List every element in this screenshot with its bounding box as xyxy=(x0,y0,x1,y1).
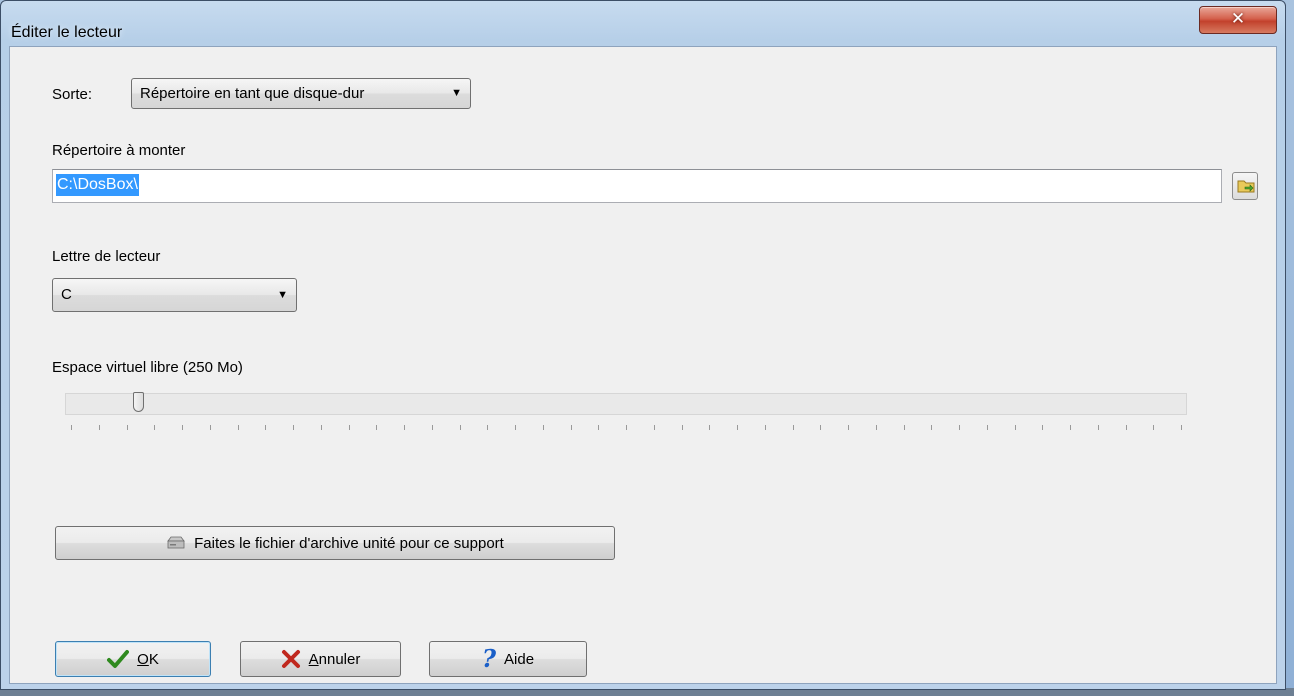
slider-tick xyxy=(765,425,766,430)
edit-drive-dialog: Éditer le lecteur ✕ Sorte: Répertoire en… xyxy=(0,0,1286,690)
slider-tick xyxy=(1098,425,1099,430)
slider-tick xyxy=(487,425,488,430)
slider-tick xyxy=(931,425,932,430)
slider-tick xyxy=(543,425,544,430)
kind-select-value: Répertoire en tant que disque-dur xyxy=(140,85,365,102)
slider-tick xyxy=(959,425,960,430)
cancel-button[interactable]: Annuler xyxy=(240,641,401,677)
slider-tick xyxy=(876,425,877,430)
question-icon: ? xyxy=(481,644,497,673)
slider-tick xyxy=(265,425,266,430)
check-icon xyxy=(107,650,130,668)
slider-tick xyxy=(848,425,849,430)
slider-tick xyxy=(99,425,100,430)
slider-tick xyxy=(1126,425,1127,430)
folder-browse-icon xyxy=(1237,180,1255,193)
ok-button[interactable]: OK xyxy=(55,641,211,677)
slider-tick xyxy=(709,425,710,430)
slider-tick xyxy=(460,425,461,430)
slider-tick xyxy=(515,425,516,430)
slider-tick xyxy=(1042,425,1043,430)
slider-tick xyxy=(1070,425,1071,430)
slider-tick xyxy=(987,425,988,430)
slider-tick xyxy=(737,425,738,430)
mount-dir-value: C:\DosBox\ xyxy=(56,174,139,196)
slider-tick xyxy=(1153,425,1154,430)
slider-tick xyxy=(238,425,239,430)
slider-tick xyxy=(626,425,627,430)
title-bar[interactable]: Éditer le lecteur ✕ xyxy=(1,1,1287,41)
mount-dir-label: Répertoire à monter xyxy=(52,142,186,159)
drive-letter-label: Lettre de lecteur xyxy=(52,248,161,265)
slider-tick xyxy=(293,425,294,430)
slider-tick xyxy=(210,425,211,430)
free-space-slider[interactable] xyxy=(65,392,1187,415)
ok-label: OK xyxy=(137,650,159,668)
chevron-down-icon: ▼ xyxy=(451,87,462,99)
slider-thumb[interactable] xyxy=(133,392,144,412)
make-archive-label: Faites le fichier d'archive unité pour c… xyxy=(194,534,504,552)
slider-tick xyxy=(432,425,433,430)
slider-ticks xyxy=(71,425,1182,431)
dialog-body: Sorte: Répertoire en tant que disque-dur… xyxy=(9,46,1277,684)
close-icon: ✕ xyxy=(1230,9,1246,29)
make-archive-button[interactable]: Faites le fichier d'archive unité pour c… xyxy=(55,526,615,560)
slider-tick xyxy=(820,425,821,430)
cancel-label: Annuler xyxy=(308,650,361,668)
slider-tick xyxy=(404,425,405,430)
slider-tick xyxy=(71,425,72,430)
x-icon xyxy=(281,650,300,668)
help-label: Aide xyxy=(504,650,535,668)
slider-tick xyxy=(127,425,128,430)
slider-tick xyxy=(321,425,322,430)
slider-tick xyxy=(349,425,350,430)
slider-tick xyxy=(682,425,683,430)
slider-tick xyxy=(598,425,599,430)
slider-tick xyxy=(793,425,794,430)
drive-icon xyxy=(167,536,185,549)
window-title: Éditer le lecteur xyxy=(11,24,123,41)
kind-label: Sorte: xyxy=(52,86,93,103)
help-button[interactable]: ? Aide xyxy=(429,641,587,677)
chevron-down-icon: ▼ xyxy=(277,289,288,301)
free-space-label: Espace virtuel libre (250 Mo) xyxy=(52,359,243,376)
slider-tick xyxy=(1181,425,1182,430)
slider-tick xyxy=(571,425,572,430)
drive-letter-value: C xyxy=(61,286,72,303)
slider-tick xyxy=(182,425,183,430)
kind-select[interactable]: Répertoire en tant que disque-dur ▼ xyxy=(131,78,471,109)
slider-tick xyxy=(376,425,377,430)
drive-letter-select[interactable]: C ▼ xyxy=(52,278,297,312)
slider-tick xyxy=(654,425,655,430)
close-button[interactable]: ✕ xyxy=(1199,6,1277,34)
slider-tick xyxy=(1015,425,1016,430)
browse-folder-button[interactable] xyxy=(1232,172,1258,200)
slider-tick xyxy=(904,425,905,430)
mount-dir-input[interactable]: C:\DosBox\ xyxy=(52,169,1222,203)
slider-tick xyxy=(154,425,155,430)
